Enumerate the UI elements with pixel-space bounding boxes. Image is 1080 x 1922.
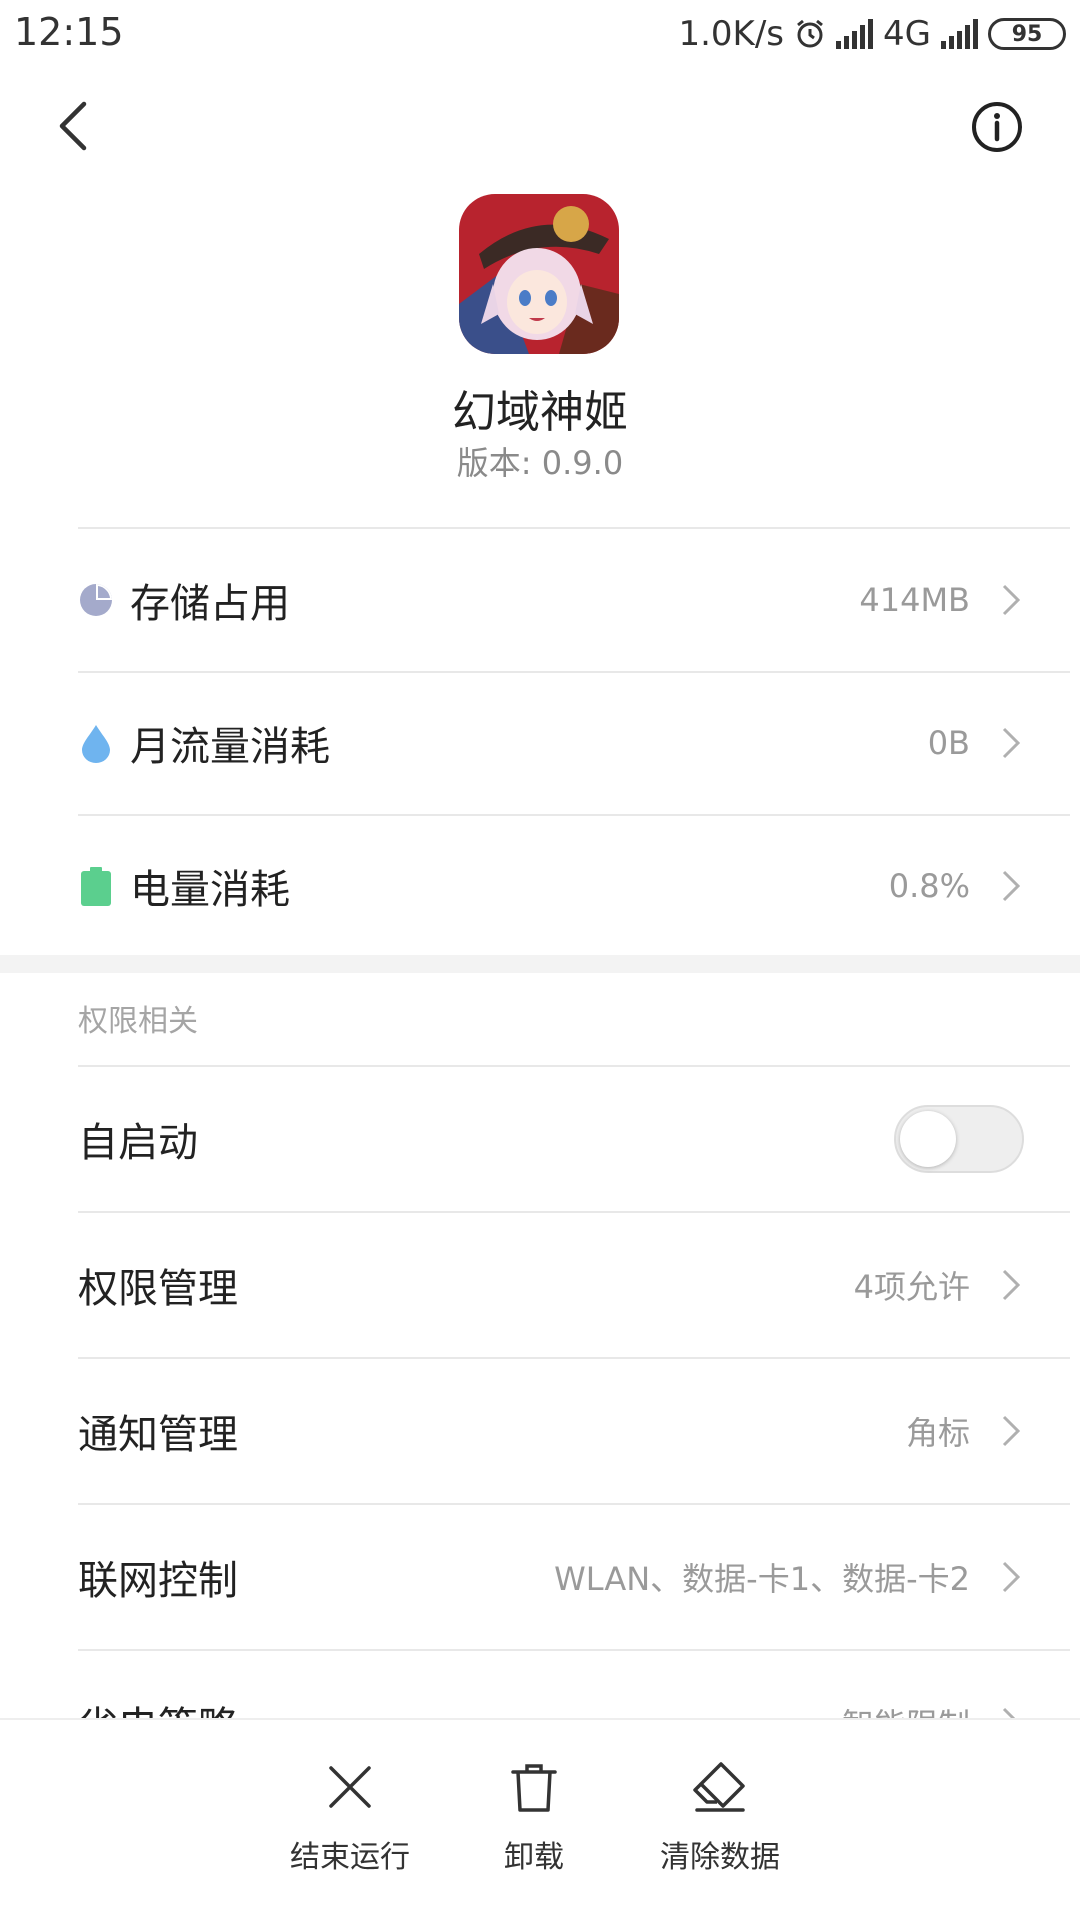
force-stop-label: 结束运行 [290,1840,410,1875]
network-control-row[interactable]: 联网控制 WLAN、数据-卡1、数据-卡2 [0,1505,1080,1649]
status-time: 12:15 [14,10,124,54]
section-separator [0,955,1080,973]
clear-data-label: 清除数据 [660,1840,780,1875]
status-indicators: 1.0K/s 4G 95 [678,10,1066,58]
data-drop-icon [82,725,110,763]
permission-management-row[interactable]: 权限管理 4项允许 [0,1213,1080,1357]
signal-icon-2 [941,19,978,49]
eraser-icon [693,1762,745,1812]
info-button[interactable] [970,100,1024,154]
bottom-action-bar: 结束运行 卸载 清除数据 [0,1718,1080,1922]
storage-usage-row[interactable]: 存储占用 414MB [0,530,1080,670]
toggle-knob [900,1111,956,1167]
autostart-toggle[interactable] [894,1105,1024,1173]
battery-usage-value: 0.8% [888,867,970,905]
data-usage-value: 0B [927,724,970,762]
signal-icon [836,19,874,49]
app-name: 幻域神姬 [452,387,628,438]
battery-usage-label: 电量消耗 [130,867,290,913]
chevron-right-icon [1002,727,1021,759]
info-icon [972,102,1022,152]
alarm-icon [797,19,823,48]
network-control-value: WLAN、数据-卡1、数据-卡2 [554,1560,970,1598]
battery-usage-row[interactable]: 电量消耗 0.8% [0,816,1080,956]
trash-icon [511,1764,557,1812]
notification-management-value: 角标 [905,1414,970,1452]
chevron-right-icon [1002,1561,1021,1593]
data-usage-row[interactable]: 月流量消耗 0B [0,673,1080,813]
notification-management-label: 通知管理 [78,1412,238,1458]
chevron-right-icon [1002,870,1021,902]
force-stop-button[interactable]: 结束运行 [270,1760,430,1876]
close-x-icon [329,1766,371,1808]
uninstall-label: 卸载 [504,1840,564,1875]
back-button[interactable] [48,96,96,156]
app-version: 版本: 0.9.0 [456,444,624,482]
permissions-section-title: 权限相关 [78,1004,198,1039]
autostart-row[interactable]: 自启动 [0,1067,1080,1211]
network-control-label: 联网控制 [78,1558,238,1604]
chevron-right-icon [1002,584,1021,616]
autostart-label: 自启动 [78,1120,198,1166]
clear-data-button[interactable]: 清除数据 [640,1760,800,1876]
status-bar: 12:15 1.0K/s 4G 95 [0,0,1080,70]
permission-management-value: 4项允许 [853,1268,970,1306]
chevron-right-icon [1002,1415,1021,1447]
divider [78,527,1070,529]
data-usage-label: 月流量消耗 [130,724,330,770]
permission-management-label: 权限管理 [78,1266,238,1312]
battery-indicator: 95 [988,18,1066,50]
storage-pie-icon [80,584,112,616]
chevron-right-icon [1002,1269,1021,1301]
storage-value: 414MB [859,581,970,619]
storage-label: 存储占用 [130,581,290,627]
uninstall-button[interactable]: 卸载 [454,1760,614,1876]
notification-management-row[interactable]: 通知管理 角标 [0,1359,1080,1503]
net-speed: 1.0K/s [678,14,785,54]
battery-icon [81,867,111,906]
app-icon [459,194,619,354]
network-type: 4G [883,14,931,54]
back-arrow-icon [59,101,87,151]
